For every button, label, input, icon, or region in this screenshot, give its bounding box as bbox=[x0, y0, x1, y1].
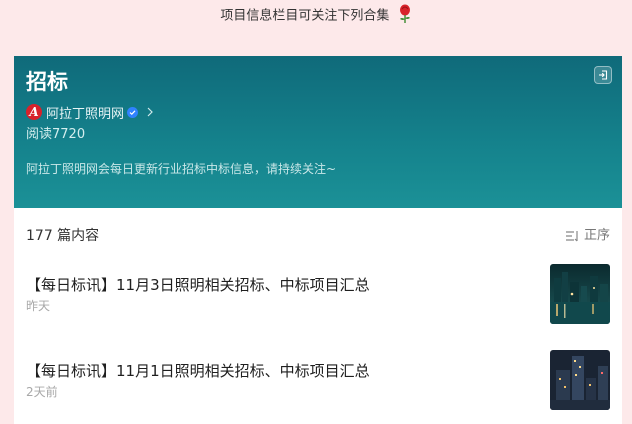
sort-label: 正序 bbox=[583, 228, 610, 243]
account-name: 阿拉丁照明网 bbox=[46, 106, 125, 122]
article-item[interactable]: 【每日标讯】11月1日照明相关招标、中标项目汇总 2天前 bbox=[26, 350, 610, 410]
chevron-right-icon bbox=[147, 107, 153, 117]
account-logo: A bbox=[26, 104, 42, 120]
article-item[interactable]: 【每日标讯】11月3日照明相关招标、中标项目汇总 昨天 bbox=[26, 264, 610, 324]
article-title: 【每日标讯】11月3日照明相关招标、中标项目汇总 bbox=[26, 276, 370, 294]
sort-icon bbox=[565, 231, 578, 242]
article-title: 【每日标讯】11月1日照明相关招标、中标项目汇总 bbox=[26, 362, 370, 380]
article-time: 昨天 bbox=[26, 299, 51, 313]
rose-icon bbox=[399, 4, 410, 23]
article-thumbnail bbox=[550, 264, 610, 324]
collection-title: 招标 bbox=[26, 70, 68, 94]
list-header: 177 篇内容 正序 bbox=[26, 226, 610, 246]
sort-toggle[interactable]: 正序 bbox=[565, 226, 610, 246]
account-link[interactable]: A 阿拉丁照明网 bbox=[26, 102, 154, 122]
collection-header: 招标 A 阿拉丁照明网 阅读7720 阿拉丁照明网会每日更新行业招标中标信息，请… bbox=[14, 56, 622, 208]
verified-icon bbox=[127, 106, 139, 118]
article-thumbnail bbox=[550, 350, 610, 410]
caption-text: 项目信息栏目可关注下列合集 bbox=[220, 8, 390, 24]
collection-caption: 项目信息栏目可关注下列合集 bbox=[0, 4, 632, 27]
article-count: 177 篇内容 bbox=[26, 228, 100, 244]
article-time: 2天前 bbox=[26, 385, 58, 399]
collection-description: 阿拉丁照明网会每日更新行业招标中标信息，请持续关注~ bbox=[26, 162, 337, 176]
collection-card: 招标 A 阿拉丁照明网 阅读7720 阿拉丁照明网会每日更新行业招标中标信息，请… bbox=[14, 56, 622, 424]
exit-icon[interactable] bbox=[594, 66, 612, 84]
read-count: 阅读7720 bbox=[26, 127, 86, 142]
